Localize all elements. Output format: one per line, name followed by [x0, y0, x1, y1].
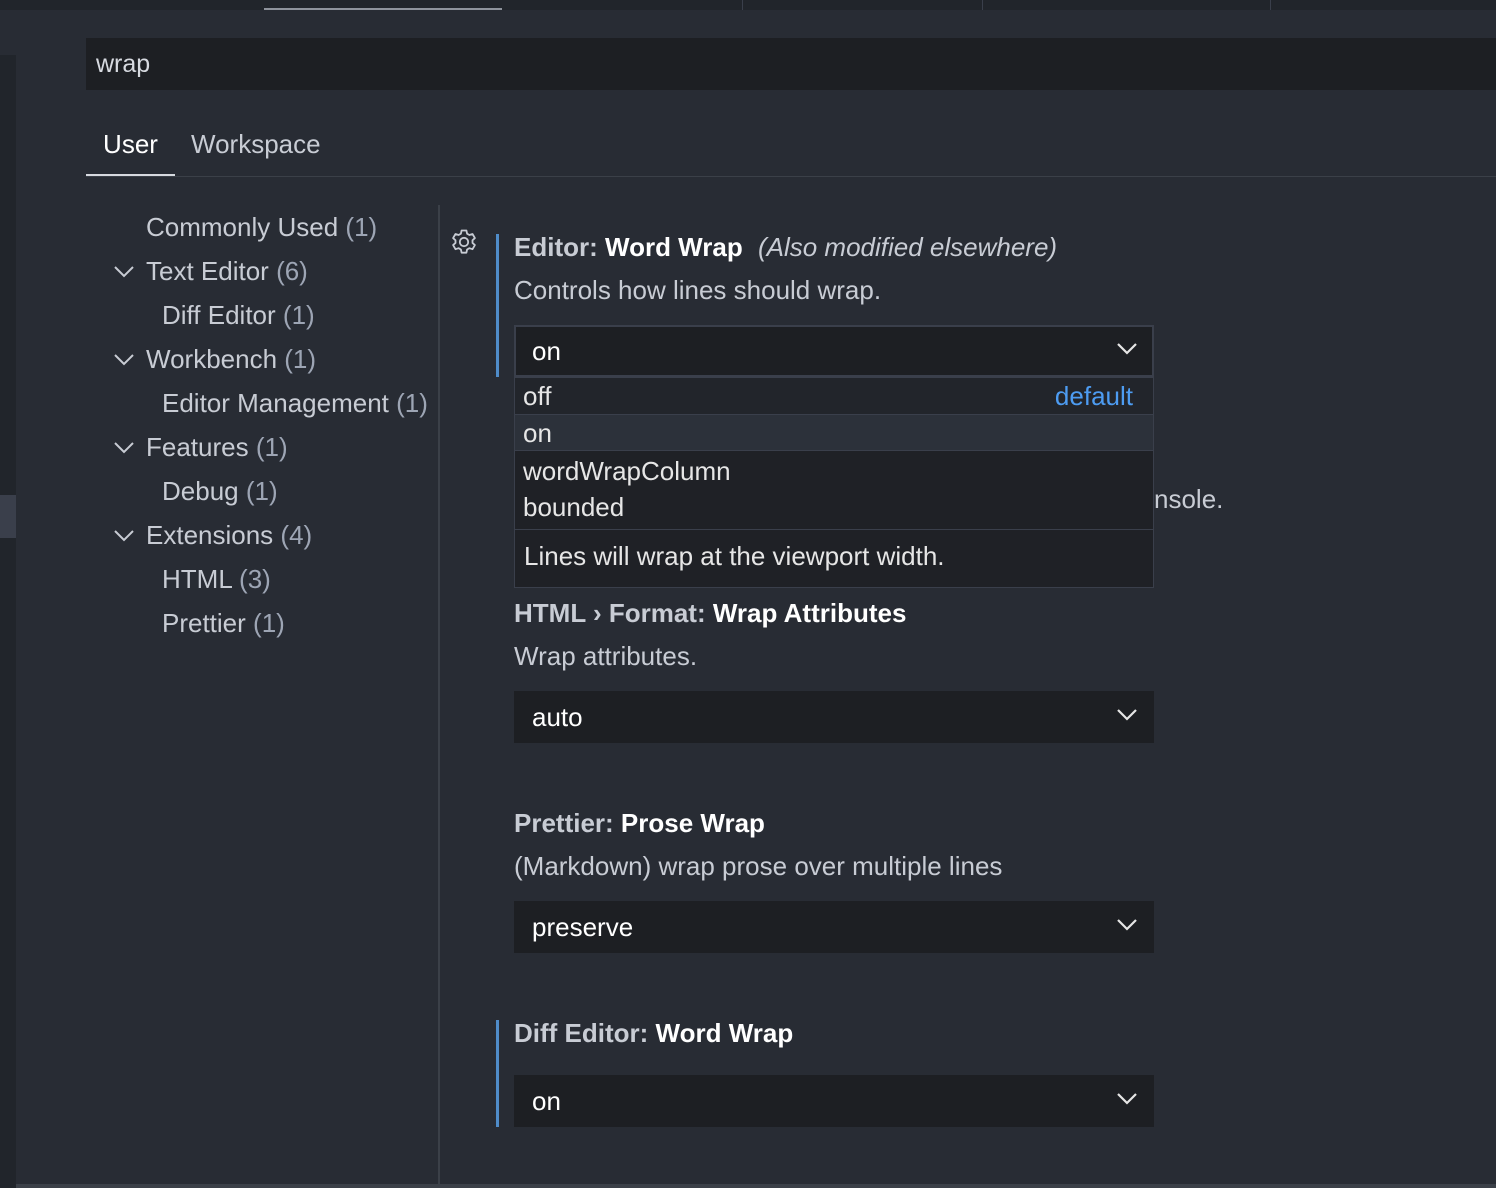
toc-item-count: (1): [245, 476, 278, 506]
chevron-down-icon[interactable]: [113, 529, 135, 543]
gear-icon[interactable]: [450, 228, 478, 256]
wrap-attributes-select[interactable]: auto: [514, 691, 1154, 743]
setting-description: Controls how lines should wrap.: [514, 275, 882, 305]
setting-title-prettier-prose-wrap: Prettier: Prose Wrap: [514, 808, 765, 839]
setting-title-editor-word-wrap: Editor: Word Wrap (Also modified elsewhe…: [514, 232, 1057, 263]
dropdown-option-off[interactable]: off default: [515, 378, 1153, 415]
chevron-down-icon: [1116, 918, 1138, 932]
chevron-down-icon: [1116, 708, 1138, 722]
toc-item-count: (1): [345, 212, 378, 242]
toc-item-label: Text Editor: [146, 256, 269, 286]
toc-item-extensions[interactable]: Extensions (4): [146, 518, 312, 552]
toc-item-count: (3): [239, 564, 271, 594]
setting-category: Prettier:: [514, 808, 621, 838]
toc-item-count: (6): [276, 256, 308, 286]
toc-item-label: HTML: [162, 564, 232, 594]
chevron-down-icon[interactable]: [113, 265, 135, 279]
tab-divider: [742, 0, 743, 10]
tab-workspace[interactable]: Workspace: [191, 120, 321, 174]
obscured-description-fragment: nsole.: [1154, 484, 1224, 514]
chevron-down-icon[interactable]: [113, 441, 135, 455]
prose-wrap-select[interactable]: preserve: [514, 901, 1154, 953]
toc-item-count: (1): [396, 388, 428, 418]
dropdown-divider: [515, 529, 1153, 530]
toc-item-features[interactable]: Features (1): [146, 430, 288, 464]
toc-item-label: Prettier: [162, 608, 246, 638]
setting-category: Diff Editor:: [514, 1018, 656, 1048]
word-wrap-dropdown-list: off default on wordWrapColumn bounded Li…: [514, 377, 1154, 588]
settings-scope-tabs: User Workspace: [86, 120, 1496, 177]
option-label: off: [523, 381, 552, 411]
toc-item-label: Diff Editor: [162, 300, 276, 330]
dropdown-option-description: Lines will wrap at the viewport width.: [524, 541, 945, 571]
setting-name: Word Wrap: [605, 232, 743, 262]
select-value: preserve: [532, 912, 634, 942]
toc-item-label: Editor Management: [162, 388, 389, 418]
option-label: on: [523, 418, 552, 448]
setting-category: HTML › Format:: [514, 598, 713, 628]
select-value: on: [532, 336, 561, 366]
setting-name: Word Wrap: [655, 1018, 794, 1048]
activity-edge: [0, 55, 16, 1188]
diff-editor-word-wrap-select[interactable]: on: [514, 1075, 1154, 1127]
tab-divider: [1270, 0, 1271, 10]
setting-description: (Markdown) wrap prose over multiple line…: [514, 851, 1003, 881]
setting-name: Wrap Attributes: [712, 598, 907, 628]
dropdown-option-wordwrapcolumn[interactable]: wordWrapColumn: [515, 453, 1153, 489]
panel-bottom-border: [16, 1184, 1496, 1188]
toc-item-label: Workbench: [146, 344, 278, 374]
toc-item-label: Features: [146, 432, 249, 462]
tab-divider: [982, 0, 983, 10]
toc-item-label: Debug: [162, 476, 239, 506]
modified-indicator: [496, 1020, 499, 1127]
dropdown-option-on[interactable]: on: [515, 415, 1153, 451]
setting-category: Editor:: [514, 232, 605, 262]
toc-item-label: Extensions: [146, 520, 274, 550]
editor-tab-strip: [0, 0, 1496, 10]
toc-item-count: (1): [253, 608, 285, 638]
select-value: auto: [532, 702, 583, 732]
select-value: on: [532, 1086, 561, 1116]
toc-item-prettier[interactable]: Prettier (1): [162, 606, 285, 640]
default-badge: default: [1054, 381, 1133, 411]
chevron-down-icon: [1116, 342, 1138, 356]
option-label: wordWrapColumn: [523, 456, 731, 486]
chevron-down-icon[interactable]: [113, 353, 135, 367]
tab-user[interactable]: User: [86, 120, 175, 176]
toc-item-debug[interactable]: Debug (1): [162, 474, 278, 508]
chevron-down-icon: [1116, 1092, 1138, 1106]
setting-title-diff-editor-word-wrap: Diff Editor: Word Wrap: [514, 1018, 793, 1049]
toc-item-count: (1): [282, 300, 315, 330]
active-editor-tab[interactable]: [264, 0, 502, 10]
setting-description: Wrap attributes.: [514, 641, 698, 671]
modified-elsewhere-note[interactable]: (Also modified elsewhere): [758, 232, 1057, 262]
option-label: bounded: [523, 492, 625, 522]
toc-item-label: Commonly Used: [146, 212, 339, 242]
toc-item-count: (4): [280, 520, 313, 550]
setting-name: Prose Wrap: [620, 808, 765, 838]
activity-edge-marker: [0, 495, 16, 538]
toc-item-diff-editor[interactable]: Diff Editor (1): [162, 298, 315, 332]
settings-search-input[interactable]: [86, 38, 1486, 90]
modified-indicator: [496, 234, 499, 377]
setting-title-html-wrap-attributes: HTML › Format: Wrap Attributes: [514, 598, 906, 629]
toc-item-editor-management[interactable]: Editor Management (1): [162, 386, 428, 420]
toc-divider: [438, 205, 440, 1185]
toc-item-commonly-used[interactable]: Commonly Used (1): [146, 210, 377, 244]
toc-item-workbench[interactable]: Workbench (1): [146, 342, 316, 376]
toc-item-count: (1): [284, 344, 317, 374]
word-wrap-select[interactable]: on: [514, 325, 1154, 377]
dropdown-option-bounded[interactable]: bounded: [515, 489, 1153, 525]
toc-item-html[interactable]: HTML (3): [162, 562, 271, 596]
toc-item-text-editor[interactable]: Text Editor (6): [146, 254, 308, 288]
settings-search-box[interactable]: [86, 38, 1496, 90]
toc-item-count: (1): [255, 432, 288, 462]
